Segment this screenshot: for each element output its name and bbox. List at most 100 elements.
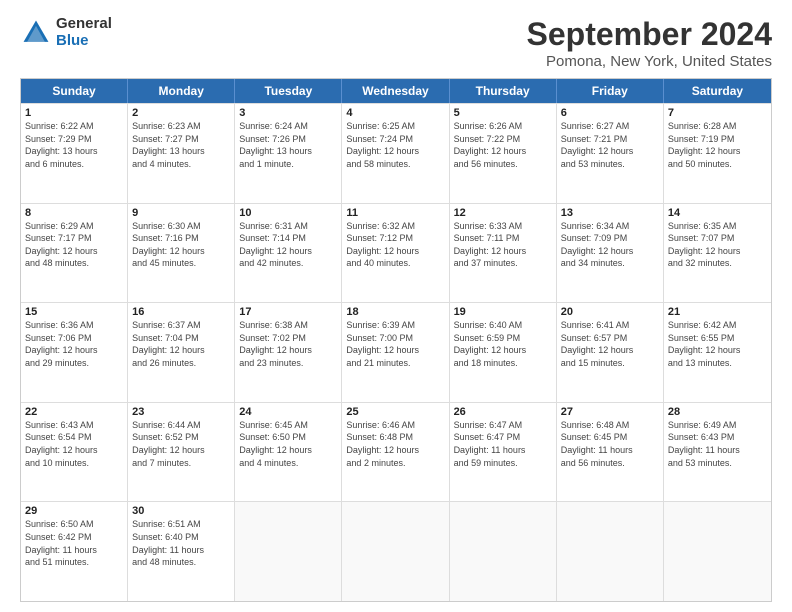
day-number: 6 [561,107,659,119]
cell-info: Sunrise: 6:27 AM Sunset: 7:21 PM Dayligh… [561,120,659,170]
calendar-cell: 18Sunrise: 6:39 AM Sunset: 7:00 PM Dayli… [342,303,449,402]
header: General Blue September 2024 Pomona, New … [20,16,772,70]
day-number: 17 [239,306,337,318]
cell-info: Sunrise: 6:45 AM Sunset: 6:50 PM Dayligh… [239,419,337,469]
header-wednesday: Wednesday [342,79,449,103]
cell-info: Sunrise: 6:42 AM Sunset: 6:55 PM Dayligh… [668,319,767,369]
calendar-cell: 6Sunrise: 6:27 AM Sunset: 7:21 PM Daylig… [557,104,664,203]
calendar-cell: 8Sunrise: 6:29 AM Sunset: 7:17 PM Daylig… [21,204,128,303]
calendar-cell [235,502,342,601]
logo-blue: Blue [56,33,112,50]
calendar: Sunday Monday Tuesday Wednesday Thursday… [20,78,772,602]
header-sunday: Sunday [21,79,128,103]
cell-info: Sunrise: 6:37 AM Sunset: 7:04 PM Dayligh… [132,319,230,369]
calendar-cell: 5Sunrise: 6:26 AM Sunset: 7:22 PM Daylig… [450,104,557,203]
day-number: 30 [132,505,230,517]
logo: General Blue [20,16,112,49]
day-number: 20 [561,306,659,318]
calendar-cell: 23Sunrise: 6:44 AM Sunset: 6:52 PM Dayli… [128,403,235,502]
header-tuesday: Tuesday [235,79,342,103]
day-number: 24 [239,406,337,418]
cell-info: Sunrise: 6:36 AM Sunset: 7:06 PM Dayligh… [25,319,123,369]
cell-info: Sunrise: 6:46 AM Sunset: 6:48 PM Dayligh… [346,419,444,469]
calendar-cell: 26Sunrise: 6:47 AM Sunset: 6:47 PM Dayli… [450,403,557,502]
calendar-cell: 3Sunrise: 6:24 AM Sunset: 7:26 PM Daylig… [235,104,342,203]
day-number: 10 [239,207,337,219]
calendar-cell: 13Sunrise: 6:34 AM Sunset: 7:09 PM Dayli… [557,204,664,303]
calendar-cell [664,502,771,601]
day-number: 15 [25,306,123,318]
cell-info: Sunrise: 6:40 AM Sunset: 6:59 PM Dayligh… [454,319,552,369]
page-title: September 2024 [527,16,772,53]
cell-info: Sunrise: 6:24 AM Sunset: 7:26 PM Dayligh… [239,120,337,170]
calendar-cell: 12Sunrise: 6:33 AM Sunset: 7:11 PM Dayli… [450,204,557,303]
title-block: September 2024 Pomona, New York, United … [527,16,772,70]
cell-info: Sunrise: 6:33 AM Sunset: 7:11 PM Dayligh… [454,220,552,270]
calendar-body: 1Sunrise: 6:22 AM Sunset: 7:29 PM Daylig… [21,103,771,601]
calendar-row-5: 29Sunrise: 6:50 AM Sunset: 6:42 PM Dayli… [21,501,771,601]
calendar-cell: 29Sunrise: 6:50 AM Sunset: 6:42 PM Dayli… [21,502,128,601]
cell-info: Sunrise: 6:29 AM Sunset: 7:17 PM Dayligh… [25,220,123,270]
page: General Blue September 2024 Pomona, New … [0,0,792,612]
calendar-cell: 7Sunrise: 6:28 AM Sunset: 7:19 PM Daylig… [664,104,771,203]
day-number: 25 [346,406,444,418]
calendar-cell: 2Sunrise: 6:23 AM Sunset: 7:27 PM Daylig… [128,104,235,203]
calendar-row-2: 8Sunrise: 6:29 AM Sunset: 7:17 PM Daylig… [21,203,771,303]
calendar-row-3: 15Sunrise: 6:36 AM Sunset: 7:06 PM Dayli… [21,302,771,402]
cell-info: Sunrise: 6:32 AM Sunset: 7:12 PM Dayligh… [346,220,444,270]
cell-info: Sunrise: 6:47 AM Sunset: 6:47 PM Dayligh… [454,419,552,469]
cell-info: Sunrise: 6:34 AM Sunset: 7:09 PM Dayligh… [561,220,659,270]
cell-info: Sunrise: 6:51 AM Sunset: 6:40 PM Dayligh… [132,518,230,568]
calendar-row-4: 22Sunrise: 6:43 AM Sunset: 6:54 PM Dayli… [21,402,771,502]
day-number: 27 [561,406,659,418]
calendar-cell: 19Sunrise: 6:40 AM Sunset: 6:59 PM Dayli… [450,303,557,402]
cell-info: Sunrise: 6:31 AM Sunset: 7:14 PM Dayligh… [239,220,337,270]
calendar-cell [450,502,557,601]
cell-info: Sunrise: 6:48 AM Sunset: 6:45 PM Dayligh… [561,419,659,469]
day-number: 14 [668,207,767,219]
cell-info: Sunrise: 6:38 AM Sunset: 7:02 PM Dayligh… [239,319,337,369]
calendar-cell: 9Sunrise: 6:30 AM Sunset: 7:16 PM Daylig… [128,204,235,303]
page-subtitle: Pomona, New York, United States [527,53,772,70]
logo-text: General Blue [56,16,112,49]
header-friday: Friday [557,79,664,103]
cell-info: Sunrise: 6:39 AM Sunset: 7:00 PM Dayligh… [346,319,444,369]
day-number: 5 [454,107,552,119]
day-number: 11 [346,207,444,219]
calendar-cell: 14Sunrise: 6:35 AM Sunset: 7:07 PM Dayli… [664,204,771,303]
day-number: 22 [25,406,123,418]
cell-info: Sunrise: 6:41 AM Sunset: 6:57 PM Dayligh… [561,319,659,369]
cell-info: Sunrise: 6:50 AM Sunset: 6:42 PM Dayligh… [25,518,123,568]
day-number: 23 [132,406,230,418]
calendar-cell: 30Sunrise: 6:51 AM Sunset: 6:40 PM Dayli… [128,502,235,601]
day-number: 21 [668,306,767,318]
cell-info: Sunrise: 6:30 AM Sunset: 7:16 PM Dayligh… [132,220,230,270]
calendar-cell: 28Sunrise: 6:49 AM Sunset: 6:43 PM Dayli… [664,403,771,502]
day-number: 12 [454,207,552,219]
cell-info: Sunrise: 6:49 AM Sunset: 6:43 PM Dayligh… [668,419,767,469]
day-number: 18 [346,306,444,318]
calendar-cell [342,502,449,601]
calendar-cell: 4Sunrise: 6:25 AM Sunset: 7:24 PM Daylig… [342,104,449,203]
day-number: 4 [346,107,444,119]
calendar-cell: 16Sunrise: 6:37 AM Sunset: 7:04 PM Dayli… [128,303,235,402]
day-number: 1 [25,107,123,119]
day-number: 8 [25,207,123,219]
calendar-header: Sunday Monday Tuesday Wednesday Thursday… [21,79,771,103]
calendar-cell: 10Sunrise: 6:31 AM Sunset: 7:14 PM Dayli… [235,204,342,303]
calendar-cell: 20Sunrise: 6:41 AM Sunset: 6:57 PM Dayli… [557,303,664,402]
calendar-cell [557,502,664,601]
cell-info: Sunrise: 6:28 AM Sunset: 7:19 PM Dayligh… [668,120,767,170]
day-number: 26 [454,406,552,418]
day-number: 2 [132,107,230,119]
calendar-cell: 21Sunrise: 6:42 AM Sunset: 6:55 PM Dayli… [664,303,771,402]
cell-info: Sunrise: 6:23 AM Sunset: 7:27 PM Dayligh… [132,120,230,170]
day-number: 3 [239,107,337,119]
day-number: 7 [668,107,767,119]
calendar-cell: 17Sunrise: 6:38 AM Sunset: 7:02 PM Dayli… [235,303,342,402]
calendar-cell: 1Sunrise: 6:22 AM Sunset: 7:29 PM Daylig… [21,104,128,203]
calendar-cell: 22Sunrise: 6:43 AM Sunset: 6:54 PM Dayli… [21,403,128,502]
header-saturday: Saturday [664,79,771,103]
header-monday: Monday [128,79,235,103]
day-number: 16 [132,306,230,318]
